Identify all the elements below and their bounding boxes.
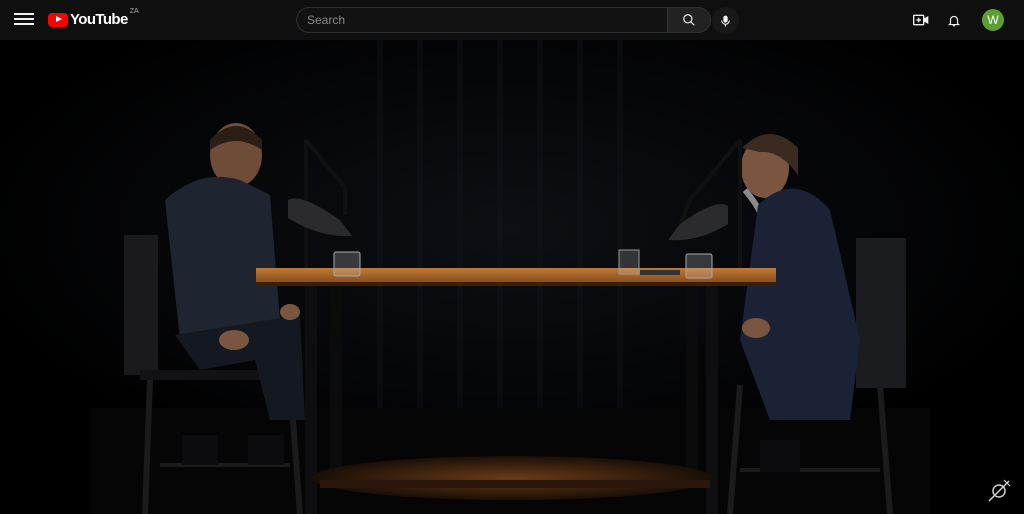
video-frame (0, 40, 1024, 514)
masthead-actions: W (900, 8, 1004, 32)
youtube-play-icon (48, 12, 68, 27)
country-code: ZA (129, 8, 139, 15)
search-button[interactable] (667, 7, 711, 33)
youtube-logo[interactable]: YouTube ZA (48, 8, 139, 28)
create-video-icon (913, 14, 929, 26)
search-icon (683, 14, 695, 26)
voice-search-button[interactable] (712, 7, 739, 34)
bell-icon (947, 15, 961, 26)
search-input[interactable] (296, 7, 667, 33)
menu-icon[interactable] (14, 10, 34, 30)
avatar[interactable]: W (982, 9, 1004, 31)
search-box (296, 7, 711, 33)
logo-text: YouTube (70, 11, 128, 28)
masthead: YouTube ZA W (0, 0, 1024, 40)
video-watermark-icon[interactable] (986, 478, 1012, 504)
microphone-icon (721, 15, 730, 26)
notifications-button[interactable] (942, 8, 966, 32)
create-button[interactable] (909, 8, 933, 32)
video-player[interactable] (0, 40, 1024, 514)
